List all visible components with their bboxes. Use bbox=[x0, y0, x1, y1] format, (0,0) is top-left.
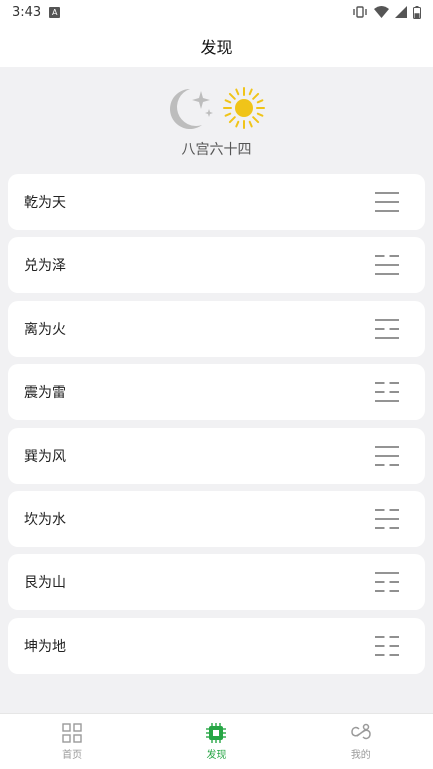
trigram-name: 艮为山 bbox=[24, 575, 66, 592]
nav-home-label: 首页 bbox=[62, 749, 83, 761]
nav-mine-label: 我的 bbox=[350, 749, 371, 761]
trigram-symbol-icon bbox=[375, 636, 399, 656]
vibrate-icon bbox=[353, 6, 367, 18]
hero-art bbox=[168, 83, 266, 133]
trigram-list: 乾为天 兑为泽 离为火 震为雷 巽为风 坎为水 艮为山 坤为地 bbox=[8, 174, 425, 681]
trigram-symbol-icon bbox=[375, 572, 399, 592]
nav-mine[interactable]: 我的 bbox=[289, 714, 433, 769]
trigram-symbol-icon bbox=[375, 509, 399, 529]
status-bar: 3:43 A bbox=[0, 0, 433, 24]
trigram-symbol-icon bbox=[375, 382, 399, 402]
battery-fill bbox=[414, 12, 420, 18]
trigram-symbol-icon bbox=[375, 192, 399, 212]
trigram-name: 震为雷 bbox=[24, 385, 66, 402]
hero: 八宫六十四 bbox=[0, 67, 433, 172]
grid-icon bbox=[62, 722, 82, 743]
status-left: 3:43 A bbox=[12, 4, 61, 20]
status-time: 3:43 bbox=[12, 4, 42, 20]
app-header: 发现 bbox=[0, 24, 433, 67]
trigram-card[interactable]: 坎为水 bbox=[8, 490, 425, 547]
trigram-card[interactable]: 乾为天 bbox=[8, 174, 425, 230]
battery-icon bbox=[413, 5, 421, 19]
trigram-card[interactable]: 离为火 bbox=[8, 300, 425, 357]
trigram-symbol-icon bbox=[375, 255, 399, 276]
trigram-card[interactable]: 艮为山 bbox=[8, 554, 425, 611]
bottom-nav: 首页 发现 我的 bbox=[0, 713, 433, 769]
trigram-symbol-icon bbox=[375, 319, 399, 339]
trigram-card[interactable]: 兑为泽 bbox=[8, 237, 425, 294]
trigram-card[interactable]: 震为雷 bbox=[8, 364, 425, 421]
signal-icon bbox=[395, 6, 407, 18]
sun-icon bbox=[222, 87, 265, 129]
link-icon bbox=[351, 723, 371, 739]
hero-subtitle: 八宫六十四 bbox=[181, 142, 252, 158]
moon-stars-icon bbox=[169, 89, 213, 129]
trigram-name: 坎为水 bbox=[24, 511, 66, 528]
trigram-name: 坤为地 bbox=[24, 638, 66, 655]
page-title: 发现 bbox=[200, 37, 233, 57]
trigram-name: 兑为泽 bbox=[24, 258, 66, 275]
wifi-icon bbox=[374, 6, 389, 18]
notification-a-icon: A bbox=[49, 6, 61, 18]
chip-icon bbox=[206, 722, 227, 743]
trigram-card[interactable]: 巽为风 bbox=[8, 427, 425, 484]
trigram-name: 离为火 bbox=[24, 321, 66, 338]
trigram-symbol-icon bbox=[375, 445, 399, 466]
trigram-name: 巽为风 bbox=[24, 448, 66, 465]
nav-home[interactable]: 首页 bbox=[0, 714, 144, 769]
status-right bbox=[352, 5, 421, 19]
trigram-card[interactable]: 坤为地 bbox=[8, 617, 425, 674]
nav-discover-label: 发现 bbox=[206, 749, 227, 761]
nav-discover[interactable]: 发现 bbox=[144, 714, 288, 769]
trigram-name: 乾为天 bbox=[24, 195, 66, 211]
